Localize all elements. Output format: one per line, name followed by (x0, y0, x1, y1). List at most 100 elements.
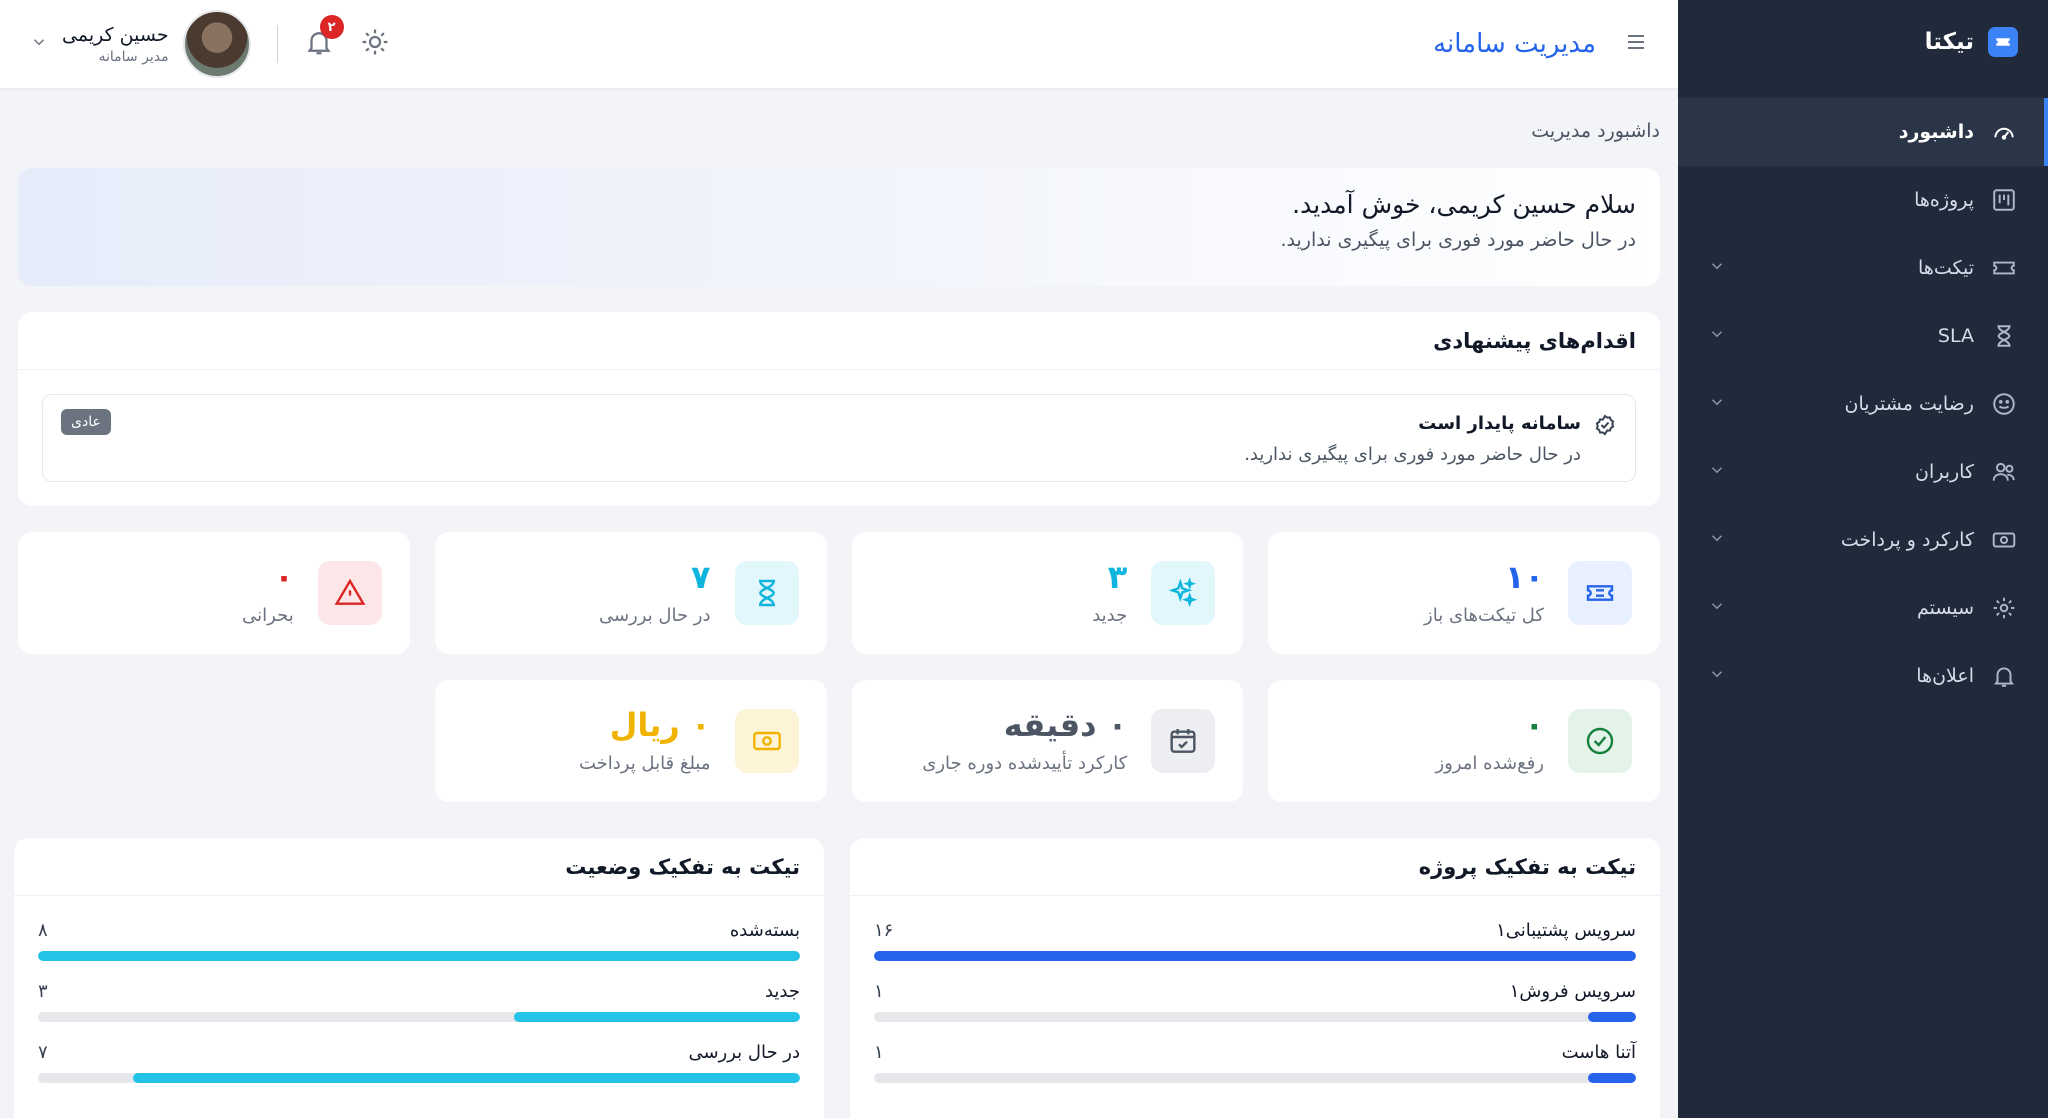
sidebar-item-dashboard[interactable]: داشبورد (1678, 98, 2048, 166)
stat-value: ۱۰ (1504, 557, 1544, 596)
bar-row: جدید ۳ (14, 981, 824, 1022)
bar-count: ۷ (38, 1042, 48, 1063)
sidebar-item-users[interactable]: کاربران (1678, 438, 2048, 506)
sidebar-item-worklog-payment[interactable]: کارکرد و پرداخت (1678, 506, 2048, 574)
stat-label: مبلغ قابل پرداخت (578, 752, 711, 774)
bar-track (38, 1012, 800, 1022)
bar-fill (874, 951, 1636, 961)
bar-count: ۱ (874, 1042, 884, 1063)
ticket-logo-icon (1988, 27, 2018, 57)
gauge-icon (1990, 118, 2018, 146)
sidebar-item-sla[interactable]: SLA (1678, 302, 2048, 370)
sidebar-item-label: SLA (1937, 325, 1974, 347)
stat-label: جدید (1092, 604, 1128, 626)
bar-row: بسته‌شده ۸ (14, 920, 824, 961)
card-header: تیکت به تفکیک پروژه (850, 838, 1660, 896)
bar-fill (1588, 1073, 1636, 1083)
sidebar-item-tickets[interactable]: تیکت‌ها (1678, 234, 2048, 302)
ticket-icon (1990, 254, 2018, 282)
kanban-icon (1990, 186, 2018, 214)
sidebar-item-label: تیکت‌ها (1918, 257, 1974, 279)
chevron-down-icon (30, 33, 48, 55)
stat-text: ۰ رفع‌شده امروز (1435, 709, 1544, 774)
stat-text: ۱۰ کل تیکت‌های باز (1424, 561, 1544, 626)
bar-fill (133, 1073, 800, 1083)
notification-badge: ۲ (319, 15, 344, 39)
chevron-down-icon (1708, 325, 1726, 347)
sparkles-icon (1151, 561, 1216, 625)
bell-icon (1990, 662, 2018, 690)
sidebar-item-satisfaction[interactable]: رضایت مشتریان (1678, 370, 2048, 438)
sidebar-item-projects[interactable]: پروژه‌ها (1678, 166, 2048, 234)
stat-value: ۷ (690, 557, 711, 596)
breakdown-grid: تیکت به تفکیک پروژه سرویس پشتیبانی۱ ۱۶ سر… (14, 838, 1660, 1118)
sidebar-item-label: رضایت مشتریان (1844, 393, 1974, 415)
action-subtitle: در حال حاضر مورد فوری برای پیگیری ندارید… (1244, 444, 1581, 465)
calendar-check-icon (1151, 709, 1216, 773)
chevron-down-icon (1708, 461, 1726, 483)
stat-text: ۰ بحرانی (242, 561, 294, 626)
stat-text: ۰ ریال مبلغ قابل پرداخت (579, 709, 711, 774)
stat-value: ۰ دقیقه (1003, 705, 1128, 744)
bar-label: سرویس پشتیبانی۱ (1496, 920, 1636, 941)
brand[interactable]: تیکتا (1678, 0, 2048, 84)
sidebar-item-notifications[interactable]: اعلان‌ها (1678, 642, 2048, 710)
bar-count: ۸ (38, 920, 48, 941)
cash-icon (1990, 526, 2018, 554)
stat-payable-amount[interactable]: ۰ ریال مبلغ قابل پرداخت (434, 680, 827, 802)
stat-label: بحرانی (242, 604, 294, 626)
card-title: اقدام‌های پیشنهادی (1433, 328, 1636, 353)
avatar (182, 10, 251, 78)
action-item[interactable]: سامانه پایدار است در حال حاضر مورد فوری … (42, 394, 1636, 482)
sidebar-item-system[interactable]: سیستم (1678, 574, 2048, 642)
chevron-down-icon (1708, 529, 1726, 551)
priority-badge: عادی (61, 409, 111, 435)
welcome-subtitle: در حال حاضر مورد فوری برای پیگیری ندارید… (1280, 229, 1636, 251)
top-header: مدیریت سامانه ۲ حسین کریمی مدیر سامانه (0, 0, 1678, 88)
user-info: حسین کریمی مدیر سامانه (62, 24, 169, 65)
warning-triangle-icon (317, 561, 382, 625)
user-menu[interactable]: حسین کریمی مدیر سامانه (30, 10, 251, 78)
users-icon (1990, 458, 2018, 486)
stat-label: کارکرد تأییدشده دوره جاری (922, 752, 1128, 774)
stats-grid: ۱۰ کل تیکت‌های باز ۳ جدید ۷ در حال بررسی (18, 532, 1660, 802)
bar-count: ۱ (874, 981, 884, 1002)
stat-text: ۷ در حال بررسی (599, 561, 711, 626)
chevron-down-icon (1708, 597, 1726, 619)
stat-approved-worklog[interactable]: ۰ دقیقه کارکرد تأییدشده دوره جاری (851, 680, 1244, 802)
menu-icon[interactable] (1624, 30, 1648, 58)
header-divider (276, 25, 278, 63)
stat-new[interactable]: ۳ جدید (851, 532, 1244, 654)
stat-in-review[interactable]: ۷ در حال بررسی (434, 532, 827, 654)
notifications-button[interactable]: ۲ (304, 15, 344, 61)
bell-icon (304, 32, 334, 61)
bar-track (874, 1012, 1636, 1022)
bar-row: سرویس پشتیبانی۱ ۱۶ (850, 920, 1660, 961)
card-header: تیکت به تفکیک وضعیت (14, 838, 824, 896)
sidebar-item-label: سیستم (1917, 597, 1974, 619)
sidebar-item-label: پروژه‌ها (1914, 189, 1974, 211)
bar-row: آتنا هاست ۱ (850, 1042, 1660, 1083)
bar-track (38, 1073, 800, 1083)
tickets-by-project-card: تیکت به تفکیک پروژه سرویس پشتیبانی۱ ۱۶ سر… (850, 838, 1660, 1118)
bar-count: ۱۶ (874, 920, 894, 941)
action-title: سامانه پایدار است (1418, 413, 1581, 434)
stat-resolved-today[interactable]: ۰ رفع‌شده امروز (1268, 680, 1660, 802)
stat-text: ۰ دقیقه کارکرد تأییدشده دوره جاری (922, 709, 1127, 774)
sidebar-item-label: کاربران (1914, 461, 1974, 483)
bar-row: در حال بررسی ۷ (14, 1042, 824, 1083)
suggested-actions-card: اقدام‌های پیشنهادی سامانه پایدار است در … (18, 312, 1660, 506)
stat-open-tickets[interactable]: ۱۰ کل تیکت‌های باز (1268, 532, 1660, 654)
tickets-by-status-card: تیکت به تفکیک وضعیت بسته‌شده ۸ جدید ۳ در ح… (14, 838, 824, 1118)
theme-toggle-sun-icon[interactable] (360, 27, 390, 61)
sidebar-item-label: داشبورد (1898, 121, 1974, 143)
gear-icon (1990, 594, 2018, 622)
card-header: اقدام‌های پیشنهادی (18, 312, 1660, 370)
header-actions: ۲ حسین کریمی مدیر سامانه (30, 10, 390, 78)
action-text: سامانه پایدار است در حال حاضر مورد فوری … (61, 413, 1581, 465)
ticket-icon (1568, 561, 1632, 625)
stat-critical[interactable]: ۰ بحرانی (18, 532, 410, 654)
user-role: مدیر سامانه (98, 48, 169, 65)
header-title: مدیریت سامانه (1433, 29, 1596, 59)
check-circle-icon (1568, 709, 1632, 773)
